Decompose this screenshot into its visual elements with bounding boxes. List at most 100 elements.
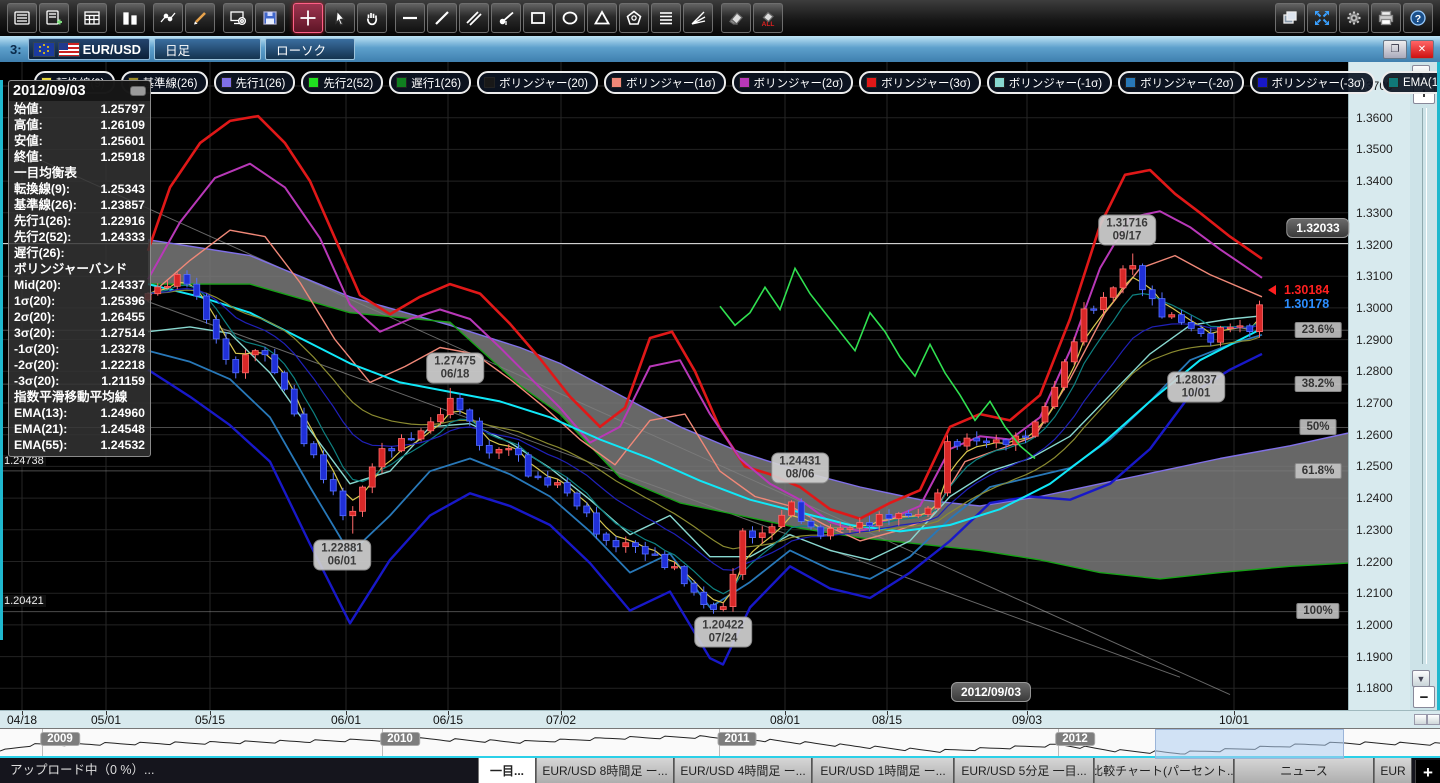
- restore-window-button[interactable]: ❐: [1383, 40, 1407, 59]
- scroll-down-button[interactable]: ▼: [1412, 670, 1430, 687]
- tooltip-close-button[interactable]: [130, 86, 146, 96]
- indicator-color-swatch: [1257, 77, 1268, 88]
- tab-1[interactable]: EUR/USD 8時間足 ー...: [536, 758, 674, 783]
- scrollbar-track[interactable]: [1422, 108, 1427, 664]
- new-chart-button[interactable]: [39, 3, 69, 33]
- add-tab-button[interactable]: +: [1415, 760, 1440, 783]
- help-icon: ?: [1409, 9, 1427, 27]
- indicator-chip-8[interactable]: ボリンジャー(3σ): [859, 71, 981, 94]
- close-window-button[interactable]: ✕: [1410, 40, 1434, 59]
- trend-line-button[interactable]: [427, 3, 457, 33]
- print-icon: [1377, 9, 1395, 27]
- horizontal-line-button[interactable]: [395, 3, 425, 33]
- cursor-button[interactable]: [325, 3, 355, 33]
- chart-window-titlebar[interactable]: 3: EUR/USD 日足 ローソク ❐ ✕: [0, 36, 1440, 63]
- calendar-button[interactable]: [77, 3, 107, 33]
- settings-button[interactable]: [1339, 3, 1369, 33]
- indicator-chip-9[interactable]: ボリンジャー(-1σ): [987, 71, 1112, 94]
- eraser-button[interactable]: [721, 3, 751, 33]
- tooltip-row: 高値:1.26109: [9, 117, 150, 133]
- settings-icon: [1345, 9, 1363, 27]
- fan-lines-button[interactable]: [683, 3, 713, 33]
- tooltip-row: -3σ(20):1.21159: [9, 373, 150, 389]
- tooltip-row: -2σ(20):1.22218: [9, 357, 150, 373]
- price-tick-label: 1.2600: [1356, 428, 1393, 442]
- pentagon-button[interactable]: [619, 3, 649, 33]
- rectangle-button[interactable]: [523, 3, 553, 33]
- tab-7[interactable]: EUR: [1374, 758, 1412, 783]
- half-line-button[interactable]: [491, 3, 521, 33]
- indicator-chip-6[interactable]: ボリンジャー(1σ): [604, 71, 726, 94]
- triangle-button[interactable]: [587, 3, 617, 33]
- hand-button[interactable]: [357, 3, 387, 33]
- chart-list-button[interactable]: [7, 3, 37, 33]
- save-icon: [261, 9, 279, 27]
- indicator-chip-5[interactable]: ボリンジャー(20): [477, 71, 598, 94]
- chart-type-select[interactable]: ローソク: [265, 38, 355, 60]
- tab-5[interactable]: 比較チャート(パーセント...: [1094, 758, 1234, 783]
- candlestick-chart[interactable]: [0, 62, 1348, 710]
- parallel-lines-button[interactable]: [459, 3, 489, 33]
- trend-line-icon: [433, 9, 451, 27]
- price-axis[interactable]: 1.37001.36001.35001.34001.33001.32001.31…: [1348, 62, 1411, 710]
- trendline-price-label: 1.20421: [2, 595, 46, 607]
- tooltip-row: -1σ(20):1.23278: [9, 341, 150, 357]
- indicator-chip-3[interactable]: 先行2(52): [301, 71, 383, 94]
- window-left-edge: [0, 80, 3, 640]
- eu-flag-icon: [33, 42, 55, 57]
- eraser-all-button[interactable]: ALL: [753, 3, 783, 33]
- scroll-left-button[interactable]: [1414, 714, 1427, 725]
- tab-3[interactable]: EUR/USD 1時間足 ー...: [812, 758, 954, 783]
- tooltip-section: ボリンジャーバンド: [9, 261, 150, 277]
- timeframe-select[interactable]: 日足: [154, 38, 261, 60]
- indicator-chip-12[interactable]: EMA(13): [1381, 71, 1440, 94]
- ask-arrow-icon: [1268, 285, 1276, 295]
- vertical-scroll-strip: ▲ + ▼ −: [1410, 62, 1437, 710]
- windows-button[interactable]: [1275, 3, 1305, 33]
- indicator-chip-11[interactable]: ボリンジャー(-3σ): [1250, 71, 1375, 94]
- tab-0[interactable]: 一目...: [478, 758, 536, 783]
- indicator-chip-2[interactable]: 先行1(26): [214, 71, 296, 94]
- history-timeline[interactable]: 2009201020112012: [0, 728, 1440, 757]
- price-tick-label: 1.2400: [1356, 491, 1393, 505]
- print-button[interactable]: [1371, 3, 1401, 33]
- ellipse-button[interactable]: [555, 3, 585, 33]
- fullscreen-button[interactable]: [1307, 3, 1337, 33]
- price-tick-label: 1.1900: [1356, 650, 1393, 664]
- crosshair-date-badge: 2012/09/03: [951, 682, 1031, 702]
- chart-annotation: 1.2042207/24: [694, 617, 752, 648]
- draw-button[interactable]: [185, 3, 215, 33]
- date-axis[interactable]: 04/1805/0105/1506/0106/1507/0208/0108/15…: [0, 710, 1440, 729]
- price-tick-label: 1.3200: [1356, 238, 1393, 252]
- save-button[interactable]: [255, 3, 285, 33]
- eraser-all-icon: ALL: [759, 9, 777, 27]
- price-tick-label: 1.3400: [1356, 174, 1393, 188]
- zoom-out-button[interactable]: −: [1413, 686, 1435, 708]
- calendar-icon: [83, 9, 101, 27]
- indicator-chip-10[interactable]: ボリンジャー(-2σ): [1118, 71, 1243, 94]
- fibo-lines-button[interactable]: [651, 3, 681, 33]
- price-tick-label: 1.1800: [1356, 681, 1393, 695]
- status-bar: アップロード中（0 %）... 一目...EUR/USD 8時間足 ー...EU…: [0, 756, 1440, 783]
- svg-text:ALL: ALL: [762, 21, 775, 27]
- tooltip-section: 指数平滑移動平均線: [9, 389, 150, 405]
- upload-status: アップロード中（0 %）...: [0, 758, 478, 783]
- indicator-wizard-button[interactable]: [153, 3, 183, 33]
- scroll-right-button[interactable]: [1427, 714, 1440, 725]
- symbol-selector[interactable]: EUR/USD: [28, 38, 151, 60]
- indicator-chip-row: 転換線(9)基準線(26)先行1(26)先行2(52)遅行1(26)ボリンジャー…: [34, 71, 1440, 94]
- indicator-chip-7[interactable]: ボリンジャー(2σ): [732, 71, 854, 94]
- compare-button[interactable]: [115, 3, 145, 33]
- compare-icon: [121, 9, 139, 27]
- crosshair-button[interactable]: [293, 3, 323, 33]
- help-button[interactable]: ?: [1403, 3, 1433, 33]
- price-tick-label: 1.2500: [1356, 459, 1393, 473]
- tooltip-row: 先行2(52):1.24333: [9, 229, 150, 245]
- timeline-selection[interactable]: [1155, 729, 1344, 759]
- indicator-chip-4[interactable]: 遅行1(26): [389, 71, 471, 94]
- chart-settings-button[interactable]: [223, 3, 253, 33]
- tab-6[interactable]: ニュース: [1234, 758, 1374, 783]
- chart-area[interactable]: 転換線(9)基準線(26)先行1(26)先行2(52)遅行1(26)ボリンジャー…: [0, 62, 1440, 710]
- tab-2[interactable]: EUR/USD 4時間足 ー...: [674, 758, 812, 783]
- tab-4[interactable]: EUR/USD 5分足 一目...: [954, 758, 1094, 783]
